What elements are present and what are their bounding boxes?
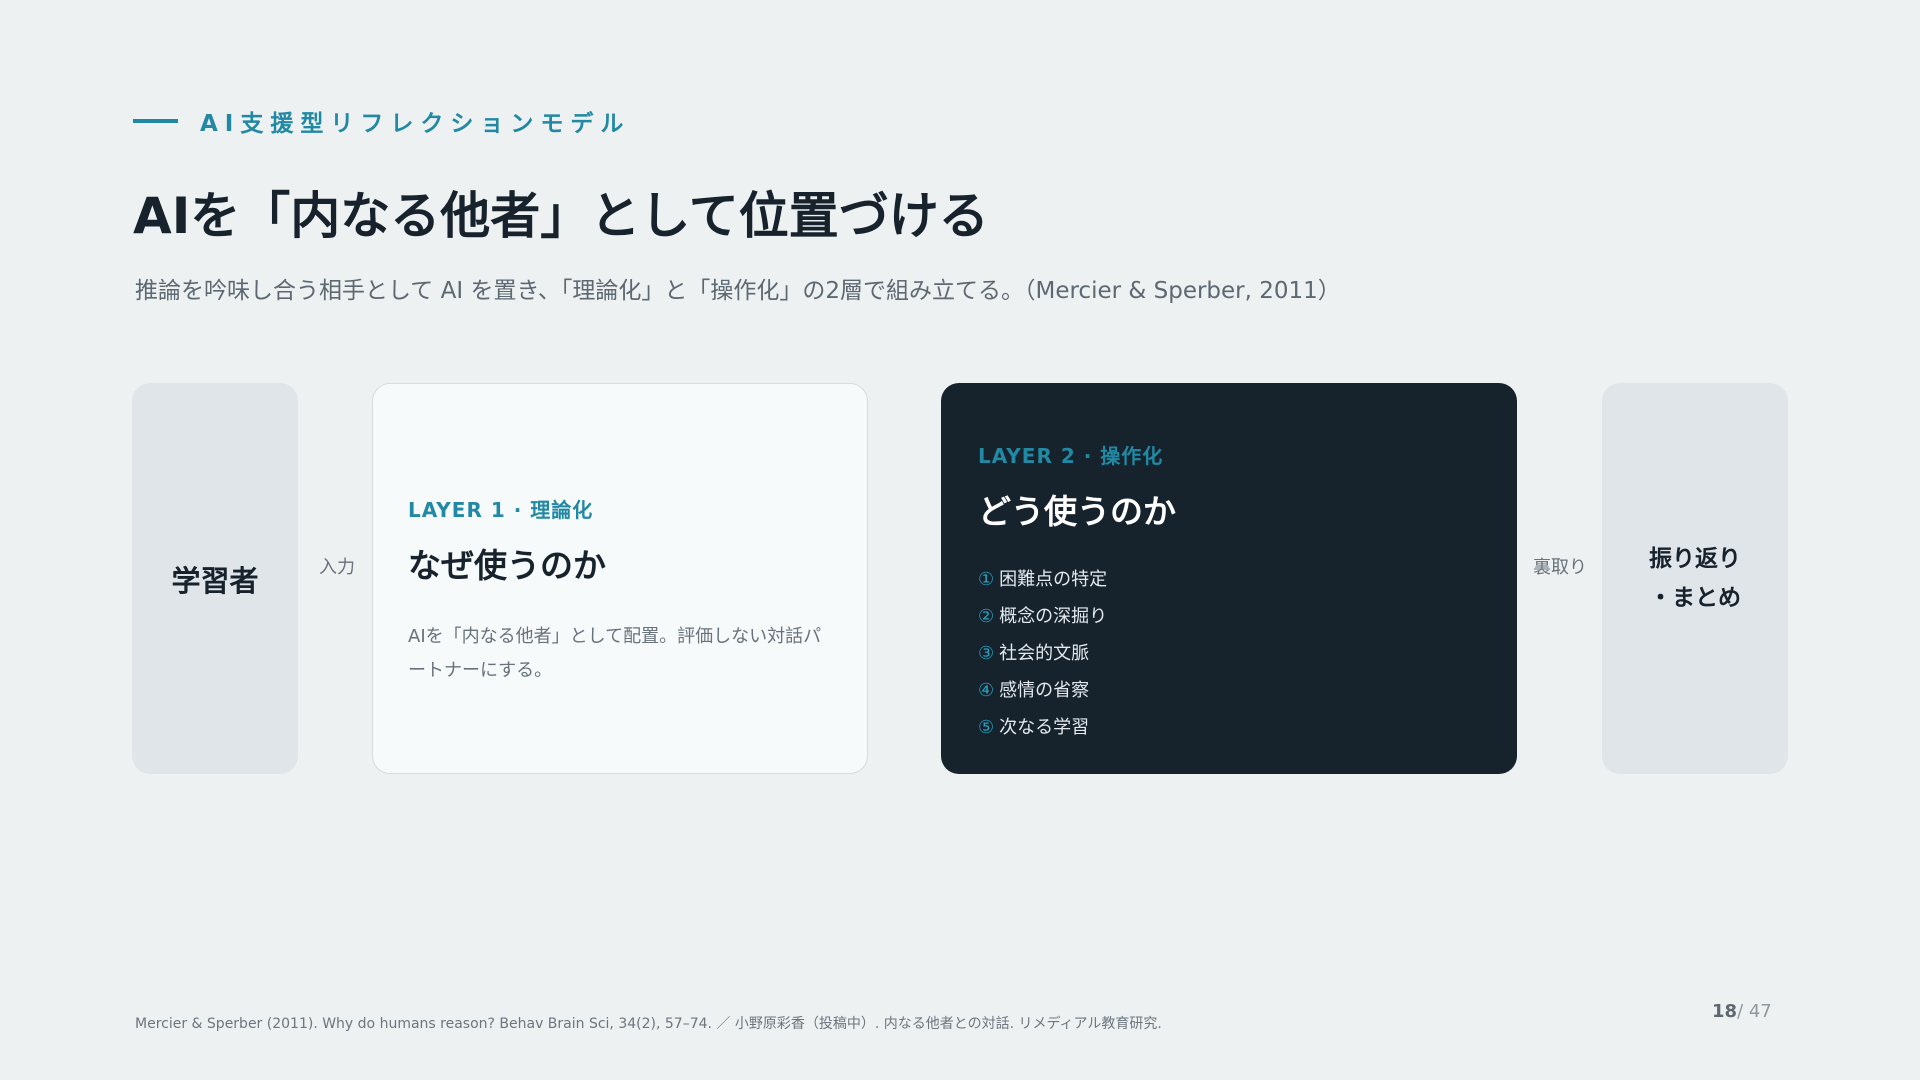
layer2-tag: LAYER 2 · 操作化 [978,444,1164,468]
section-label: AI支援型リフレクションモデル [133,104,630,138]
step-label: 概念の深掘り [999,606,1108,627]
step-number: ④ [978,680,995,701]
learner-box: 学習者 [132,383,298,774]
learner-label: 学習者 [171,563,259,598]
page-title: AIを「内なる他者」として位置づける [133,187,989,245]
section-accent-line [133,119,178,123]
layer1-card: LAYER 1 · 理論化 なぜ使うのか AIを「内なる他者」として配置。評価し… [372,383,868,774]
summary-line-2: ・まとめ [1649,584,1741,611]
step-number: ③ [978,643,995,664]
summary-label: 振り返り ・まとめ [1649,540,1741,618]
layer2-step-list: ① 困難点の特定 ② 概念の深掘り ③ 社会的文脈 ④ 感情の省察 ⑤ 次なる学習 [978,561,1477,746]
step-number: ② [978,606,995,627]
layer1-content: LAYER 1 · 理論化 なぜ使うのか AIを「内なる他者」として配置。評価し… [408,494,827,688]
list-item: ④ 感情の省察 [978,672,1477,709]
input-label: 入力 [319,557,355,578]
layer1-heading: なぜ使うのか [408,546,606,585]
step-number: ⑤ [978,717,995,738]
step-label: 次なる学習 [999,717,1090,738]
layer2-heading: どう使うのか [978,492,1176,531]
step-label: 困難点の特定 [999,569,1108,590]
list-item: ① 困難点の特定 [978,561,1477,598]
layer2-card: LAYER 2 · 操作化 どう使うのか ① 困難点の特定 ② 概念の深掘り ③ 社会… [941,383,1517,774]
step-number: ① [978,569,995,590]
layer1-body: AIを「内なる他者」として配置。評価しない対話パートナーにする。 [408,626,822,681]
citation: Mercier & Sperber (2011). Why do humans … [135,1016,1162,1032]
section-label-text: AI支援型リフレクションモデル [200,111,631,137]
step-label: 社会的文脈 [999,643,1090,664]
layer2-content: LAYER 2 · 操作化 どう使うのか ① 困難点の特定 ② 概念の深掘り ③ 社会… [978,440,1477,746]
list-item: ⑤ 次なる学習 [978,709,1477,746]
page-subtitle: 推論を吟味し合う相手として AI を置き、「理論化」と「操作化」の2層で組み立て… [135,278,1341,304]
page-current: 18 [1712,1001,1738,1022]
page-total: / 47 [1737,1001,1772,1022]
verify-label: 裏取り [1533,557,1587,578]
summary-line-1: 振り返り [1649,545,1741,572]
list-item: ② 概念の深掘り [978,598,1477,635]
page-counter: 18/ 47 [1712,1001,1772,1022]
list-item: ③ 社会的文脈 [978,635,1477,672]
layer1-tag: LAYER 1 · 理論化 [408,498,594,522]
summary-box: 振り返り ・まとめ [1602,383,1788,774]
step-label: 感情の省察 [999,680,1090,701]
